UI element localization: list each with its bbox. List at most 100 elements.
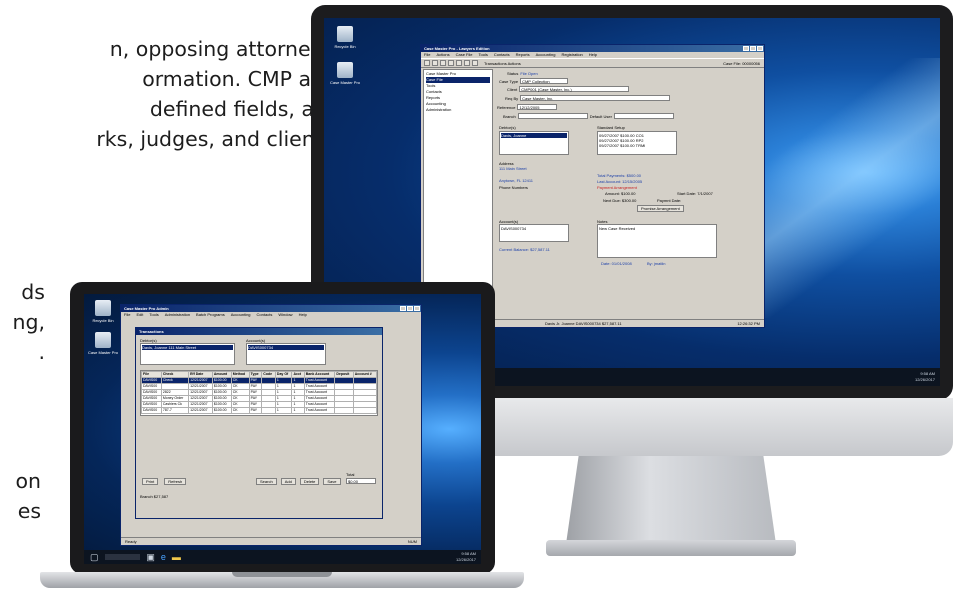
window-titlebar: Case Master Pro Admin	[121, 305, 421, 312]
forward-arrow-icon[interactable]	[464, 60, 470, 66]
table-cell: 787-7	[160, 407, 190, 414]
marketing-line: n, opposing attorneys,	[109, 37, 340, 61]
menu-contacts[interactable]: Contacts	[257, 312, 273, 318]
default-user-select[interactable]	[613, 113, 674, 119]
case-master-pro-icon[interactable]: Case Master Pro	[330, 62, 360, 85]
recycle-bin-icon[interactable]: Recycle Bin	[88, 300, 118, 323]
menu-tools[interactable]: Tools	[478, 52, 487, 58]
ledger-table: File Check Eff Date Amount Method Type Code Day…	[140, 370, 378, 416]
branch-label: Branch	[503, 113, 516, 119]
client-select[interactable]: CMP001 (Case Master, Inc.)	[519, 86, 630, 92]
case-master-pro-icon[interactable]: Case Master Pro	[88, 332, 118, 355]
status-bar-text: Davis Jr. Joanne DAVIS000734 $27,587.11	[545, 321, 622, 326]
menu-reports[interactable]: Reports	[516, 52, 530, 58]
debtors-list[interactable]: Davis, Joanne 111 Main Street	[140, 343, 235, 365]
status-bar-time: 12:26:32 PM	[737, 321, 760, 326]
menu-administration[interactable]: Administration	[165, 312, 190, 318]
delete-button[interactable]: Delete	[299, 478, 320, 485]
menu-accounting[interactable]: Accounting	[536, 52, 556, 58]
transaction-row[interactable]: 09/27/2007 $100.00 TRMI	[599, 143, 675, 148]
maximize-button[interactable]	[750, 46, 756, 51]
close-button[interactable]	[757, 46, 763, 51]
menu-case-file[interactable]: Case File	[456, 52, 473, 58]
first-record-icon[interactable]	[472, 60, 478, 66]
minimize-button[interactable]	[743, 46, 749, 51]
window-title: Case Master Pro Admin	[124, 306, 169, 311]
save-button[interactable]: Save	[323, 478, 341, 485]
menu-file[interactable]: File	[424, 52, 430, 58]
start-date-value: Start Date: 7/1/2007	[677, 191, 713, 196]
window-title: Case Master Pro - Lawyers Edition	[424, 46, 490, 51]
menu-tools[interactable]: Tools	[149, 312, 158, 318]
status-label: Status	[507, 71, 519, 76]
minimize-button[interactable]	[400, 306, 406, 311]
menu-file[interactable]: File	[124, 312, 130, 318]
req-by-label: Req By	[505, 95, 519, 101]
file-explorer-icon[interactable]: ▬	[172, 552, 181, 562]
account-row[interactable]: DAVIS000734	[248, 345, 324, 350]
req-by-field[interactable]: Case Master, Inc.	[520, 95, 671, 101]
recycle-bin-icon[interactable]: Recycle Bin	[330, 26, 360, 49]
edge-icon[interactable]: e	[161, 552, 166, 562]
desktop-icon-label: Recycle Bin	[334, 44, 356, 49]
amount-value: Amount: $100.00	[605, 191, 636, 196]
maximize-button[interactable]	[407, 306, 413, 311]
back-arrow-icon[interactable]	[456, 60, 462, 66]
desktop-icon-label: Recycle Bin	[92, 318, 114, 323]
menu-actions[interactable]: Actions	[436, 52, 449, 58]
task-view-icon[interactable]: ▣	[146, 552, 155, 563]
status-left: Ready	[125, 539, 137, 544]
debtors-label: Debtor(s)	[499, 125, 516, 130]
menu-registration[interactable]: Registration	[561, 52, 582, 58]
payment-arrangement-label: Payment Arrangement	[597, 185, 637, 190]
menu-batch-programs[interactable]: Batch Programs	[196, 312, 225, 318]
menu-edit[interactable]: Edit	[136, 312, 143, 318]
address-line: Anytown, FL 12411	[499, 178, 534, 183]
marketing-line: .	[38, 340, 45, 364]
transactions-list[interactable]: 09/27/2007 $100.00 CO1 09/27/2007 $100.0…	[597, 131, 677, 155]
table-cell: 12/21/2007	[188, 407, 213, 414]
payment-date-label: Paymnt Date:	[657, 198, 682, 203]
tree-item-administration[interactable]: Administration	[426, 107, 490, 113]
total-payments: Total Payments: $500.00	[597, 173, 642, 178]
debtor-row[interactable]: Davis, Joanne 111 Main Street	[142, 345, 233, 350]
menu-contacts[interactable]: Contacts	[494, 52, 510, 58]
taskbar-clock[interactable]: 9:58 AM 12/26/2017	[915, 371, 935, 383]
menu-help[interactable]: Help	[299, 312, 307, 318]
case-type-select[interactable]: CMP Collection	[520, 78, 569, 84]
taskbar-search-box[interactable]	[104, 554, 141, 560]
table-row[interactable]: DAVIS00 787-7 12/21/2007 $100.00 CK PAY 1 1 Trus…	[141, 407, 378, 414]
print-button[interactable]: Print	[142, 478, 159, 485]
branch-select[interactable]	[517, 113, 588, 119]
search-icon[interactable]	[448, 60, 454, 66]
taskbar-clock[interactable]: 9:58 AM 12/26/2017	[456, 551, 476, 563]
menu-accounting[interactable]: Accounting	[231, 312, 251, 318]
print-icon[interactable]	[440, 60, 446, 66]
close-button[interactable]	[414, 306, 420, 311]
notes-box[interactable]: New Case Received	[597, 224, 717, 258]
debtor-row[interactable]: Davis, Joanne	[501, 133, 567, 138]
add-button[interactable]: Add	[280, 478, 296, 485]
note-row[interactable]: New Case Received	[599, 226, 715, 231]
menu-window[interactable]: Window	[278, 312, 292, 318]
search-button[interactable]: Search	[256, 478, 277, 485]
reference-label: Reference	[497, 104, 516, 110]
new-icon[interactable]	[424, 60, 430, 66]
debtors-list[interactable]: Davis, Joanne	[499, 131, 569, 155]
start-icon[interactable]: ▢	[90, 552, 99, 563]
reference-field[interactable]: 12/12/2005	[517, 104, 558, 110]
marketing-line: ng,	[12, 310, 45, 334]
marketing-line: ds	[21, 280, 45, 304]
save-icon[interactable]	[432, 60, 438, 66]
accounts-list[interactable]: DAVIS000734	[246, 343, 326, 365]
account-row[interactable]: DAVIS000734	[501, 226, 567, 231]
promise-arrangement-button[interactable]: Promise Arrangement	[637, 205, 684, 212]
address-line: 111 Main Street	[499, 166, 527, 171]
marketing-line: ormation. CMP also	[142, 67, 340, 91]
refresh-button[interactable]: Refresh	[164, 478, 187, 485]
status-value: File Open	[520, 71, 538, 76]
menu-help[interactable]: Help	[589, 52, 597, 58]
accounts-list[interactable]: DAVIS000734	[499, 224, 569, 242]
desktop-icon-label: Case Master Pro	[330, 80, 361, 85]
marketing-paragraph-3: on es	[0, 466, 41, 526]
